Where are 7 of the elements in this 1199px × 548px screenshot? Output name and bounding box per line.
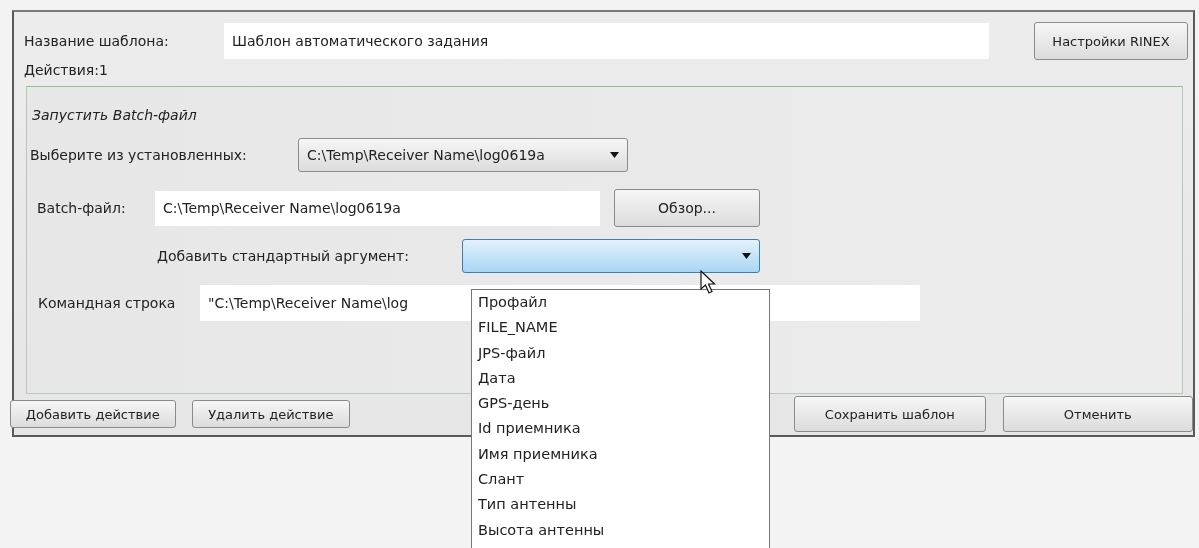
field-label: Название шаблона: bbox=[24, 33, 170, 49]
field-label: Выберите из установленных: bbox=[30, 147, 248, 163]
field-label: Добавить стандартный аргумент: bbox=[157, 248, 410, 264]
actions-count: Действия:1 bbox=[24, 62, 108, 78]
field-label: Batch-файл: bbox=[37, 200, 127, 216]
field-label: Командная строка bbox=[38, 295, 177, 311]
action-title: Запустить Batch-файл bbox=[32, 107, 197, 123]
